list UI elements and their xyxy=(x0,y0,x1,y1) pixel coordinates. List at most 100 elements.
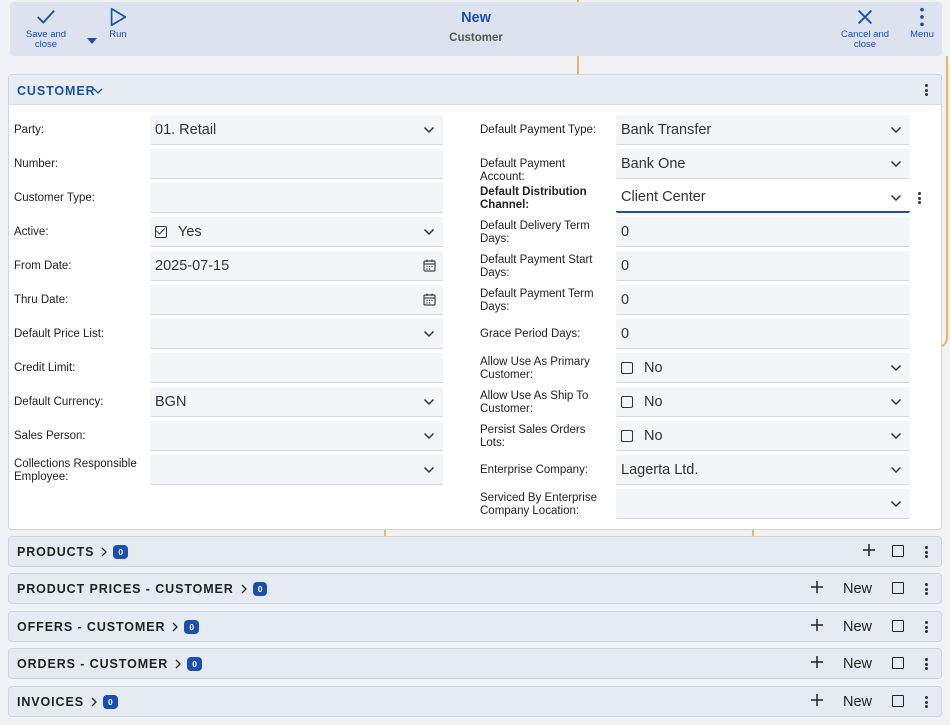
right_fields-field-6[interactable]: 0 xyxy=(616,319,910,349)
section-title-text: PRODUCT PRICES - CUSTOMER xyxy=(17,582,234,596)
right_fields-field-0[interactable]: Bank Transfer xyxy=(616,115,910,145)
chevron-right-icon xyxy=(91,697,97,707)
card-title: CUSTOMER xyxy=(17,84,96,98)
select-checkbox[interactable] xyxy=(892,620,904,632)
right_fields-field-4[interactable]: 0 xyxy=(616,251,910,281)
checkbox-icon[interactable] xyxy=(155,225,167,238)
new-button[interactable]: New xyxy=(843,694,872,710)
section-title[interactable]: PRODUCT PRICES - CUSTOMER 0 xyxy=(17,582,268,596)
new-button[interactable]: New xyxy=(843,581,872,597)
right_fields-label-9: Persist Sales Orders Lots: xyxy=(480,424,586,449)
field-value: 2025-07-15 xyxy=(155,257,230,274)
right_fields-field-2[interactable]: Client Center xyxy=(616,183,910,213)
chevron-down-icon xyxy=(890,500,902,508)
right_fields-field-3[interactable]: 0 xyxy=(616,217,910,247)
checkbox-icon[interactable] xyxy=(621,395,633,408)
left_fields-field-6[interactable] xyxy=(150,319,443,349)
left_fields-label-4: From Date: xyxy=(14,260,72,272)
left_fields-label-2: Customer Type: xyxy=(14,192,95,204)
cancel-and-close-button[interactable]: Cancel and close xyxy=(838,6,892,50)
right_fields-field-10[interactable]: Lagerta Ltd. xyxy=(616,455,910,485)
section-offers-customer[interactable]: OFFERS - CUSTOMER 0 New xyxy=(8,611,942,642)
right_fields-field-7[interactable]: No xyxy=(616,353,910,383)
add-icon[interactable] xyxy=(810,618,824,632)
customer-card-header[interactable]: CUSTOMER xyxy=(9,75,941,105)
save-and-close-button[interactable]: Save and close xyxy=(24,6,68,50)
right_fields-label-5: Default Payment Term Days: xyxy=(480,288,594,313)
count-badge: 0 xyxy=(113,545,129,559)
section-title[interactable]: ORDERS - CUSTOMER 0 xyxy=(17,657,202,671)
left_fields-field-7[interactable] xyxy=(150,353,443,383)
section-menu-icon[interactable] xyxy=(919,544,933,560)
count-badge: 0 xyxy=(187,657,202,671)
left_fields-field-1[interactable] xyxy=(150,149,443,179)
section-menu-icon[interactable] xyxy=(919,656,933,672)
left_fields-field-0[interactable]: 01. Retail xyxy=(150,115,443,145)
add-icon[interactable] xyxy=(862,543,876,557)
section-invoices[interactable]: INVOICES 0 New xyxy=(8,686,942,717)
chevron-down-icon xyxy=(423,398,435,406)
right_fields-field-1[interactable]: Bank One xyxy=(616,149,910,179)
chevron-down-icon xyxy=(423,432,435,440)
right_fields-field-5[interactable]: 0 xyxy=(616,285,910,315)
field-value: Client Center xyxy=(621,189,706,205)
card-menu-icon[interactable] xyxy=(919,82,933,98)
select-checkbox[interactable] xyxy=(892,582,904,594)
chevron-down-icon xyxy=(890,432,902,440)
right_fields-label-8: Allow Use As Ship To Customer: xyxy=(480,390,589,415)
section-menu-icon[interactable] xyxy=(919,619,933,635)
add-icon[interactable] xyxy=(810,655,824,669)
menu-button[interactable]: Menu xyxy=(907,6,937,40)
left_fields-field-5[interactable] xyxy=(150,285,443,315)
section-orders-customer[interactable]: ORDERS - CUSTOMER 0 New xyxy=(8,648,942,679)
chevron-right-icon xyxy=(241,584,247,594)
left_fields-label-8: Default Currency: xyxy=(14,396,104,408)
menu-label: Menu xyxy=(910,29,934,40)
field-menu-icon[interactable] xyxy=(912,190,926,206)
right_fields-field-11[interactable] xyxy=(616,489,910,519)
section-title-text: ORDERS - CUSTOMER xyxy=(17,657,169,671)
left_fields-field-10[interactable] xyxy=(150,455,443,485)
right_fields-field-8[interactable]: No xyxy=(616,387,910,417)
customer-card: CUSTOMER Party: 01. Retail Number: Customer… xyxy=(8,74,942,530)
close-icon xyxy=(857,9,873,25)
chevron-down-icon xyxy=(423,228,435,236)
right_fields-field-9[interactable]: No xyxy=(616,421,910,451)
left_fields-label-9: Sales Person: xyxy=(14,430,86,442)
run-button[interactable]: Run xyxy=(107,6,129,40)
checkbox-icon[interactable] xyxy=(621,361,633,374)
right_fields-label-3: Default Delivery Term Days: xyxy=(480,220,590,245)
left_fields-field-9[interactable] xyxy=(150,421,443,451)
chevron-down-icon[interactable] xyxy=(93,86,103,96)
chevron-down-icon xyxy=(890,194,902,202)
add-icon[interactable] xyxy=(810,693,824,707)
select-checkbox[interactable] xyxy=(892,545,904,557)
calendar-icon[interactable] xyxy=(423,293,436,306)
add-icon[interactable] xyxy=(810,580,824,594)
section-title-text: OFFERS - CUSTOMER xyxy=(17,620,166,634)
section-menu-icon[interactable] xyxy=(919,694,933,710)
section-menu-icon[interactable] xyxy=(919,581,933,597)
left_fields-field-3[interactable]: Yes xyxy=(150,217,443,247)
section-title[interactable]: PRODUCTS 0 xyxy=(17,545,129,559)
section-products[interactable]: PRODUCTS 0 xyxy=(8,536,942,567)
field-value: 0 xyxy=(621,223,630,240)
chevron-down-icon xyxy=(423,330,435,338)
chevron-down-icon xyxy=(890,126,902,134)
field-value: 01. Retail xyxy=(155,121,217,138)
section-title[interactable]: OFFERS - CUSTOMER 0 xyxy=(17,620,200,634)
new-button[interactable]: New xyxy=(843,656,872,672)
section-product-prices-customer[interactable]: PRODUCT PRICES - CUSTOMER 0 New xyxy=(8,573,942,604)
new-button[interactable]: New xyxy=(843,619,872,635)
section-title[interactable]: INVOICES 0 xyxy=(17,695,118,709)
select-checkbox[interactable] xyxy=(892,657,904,669)
select-checkbox[interactable] xyxy=(892,695,904,707)
checkmark-icon xyxy=(37,9,55,24)
checkbox-icon[interactable] xyxy=(621,429,633,442)
left_fields-field-4[interactable]: 2025-07-15 xyxy=(150,251,443,281)
caret-down-icon[interactable] xyxy=(86,36,98,46)
left_fields-field-8[interactable]: BGN xyxy=(150,387,443,417)
right_fields-label-7: Allow Use As Primary Customer: xyxy=(480,356,590,381)
left_fields-field-2[interactable] xyxy=(150,183,443,213)
calendar-icon[interactable] xyxy=(423,259,436,272)
